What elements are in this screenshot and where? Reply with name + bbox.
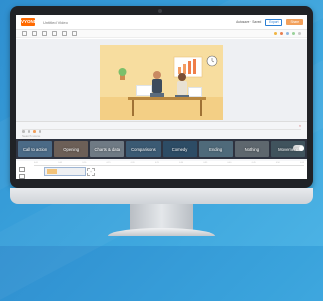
prop-icon[interactable] xyxy=(280,32,283,35)
timeline-tick: 0:05 xyxy=(58,162,63,164)
timeline-tick: 0:40 xyxy=(227,162,232,164)
monitor-chin xyxy=(10,188,313,204)
scene-panel: Search scene × Call to action Opening Ch… xyxy=(16,121,307,162)
scene-canvas[interactable] xyxy=(100,45,223,120)
office-illustration xyxy=(100,45,223,120)
audio-icon[interactable] xyxy=(298,32,301,35)
app-header: VYOND Untitled Video Autosave · Saved Ex… xyxy=(16,15,307,30)
close-icon[interactable]: × xyxy=(299,124,301,128)
timeline-tick: 0:00 xyxy=(34,162,38,164)
timeline-clip[interactable] xyxy=(44,167,86,176)
camera-dot xyxy=(158,9,162,13)
clip-thumbnail xyxy=(47,169,57,174)
scene-card-label: Ending xyxy=(209,146,223,152)
character-icon[interactable] xyxy=(274,32,277,35)
share-button[interactable]: Share xyxy=(286,19,303,25)
scene-tools xyxy=(22,130,41,133)
video-track-icon[interactable] xyxy=(19,167,25,172)
list-view-icon[interactable] xyxy=(27,130,30,133)
timeline-tick: 0:50 xyxy=(275,162,280,164)
grid-view-icon[interactable] xyxy=(22,130,25,133)
scene-card-label: Opening xyxy=(63,146,80,152)
timeline-tick: 0:35 xyxy=(203,162,208,164)
timeline-tick: 0:15 xyxy=(106,162,111,164)
timeline-tick: 0:30 xyxy=(179,162,184,164)
scene-card[interactable]: Comedy xyxy=(162,141,197,157)
scene-card[interactable]: Nothing xyxy=(234,141,269,157)
monitor-foot xyxy=(108,228,215,236)
scene-card[interactable]: Comparisons xyxy=(126,141,161,157)
monitor: VYOND Untitled Video Autosave · Saved Ex… xyxy=(10,6,313,188)
scene-card[interactable]: Charts & data xyxy=(90,141,125,157)
scene-card-label: Call to action xyxy=(22,146,48,152)
paste-icon[interactable] xyxy=(62,31,67,36)
audio-track-icon[interactable] xyxy=(19,174,25,179)
save-status: Autosave · Saved xyxy=(236,20,262,24)
favorite-icon[interactable] xyxy=(33,130,36,133)
editor-toolbar xyxy=(16,30,307,38)
scene-card-label: Nothing xyxy=(244,146,260,152)
scene-card[interactable]: Call to action xyxy=(18,141,53,157)
chart-icon[interactable] xyxy=(286,32,289,35)
add-scene-button[interactable]: + xyxy=(87,168,95,176)
timeline: 0:00 0:05 0:10 0:15 0:20 0:25 0:30 0:35 … xyxy=(16,161,307,179)
scene-card-label: Charts & data xyxy=(94,146,121,152)
toolbar-right xyxy=(274,32,301,35)
copy-icon[interactable] xyxy=(52,31,57,36)
timeline-tick: 0:10 xyxy=(82,162,87,164)
scene-templates-strip: Call to action Opening Charts & data Com… xyxy=(16,139,307,159)
text-icon[interactable] xyxy=(292,32,295,35)
scene-search-row: Search scene × xyxy=(22,124,301,138)
scene-card[interactable]: Opening xyxy=(54,141,89,157)
app-logo[interactable]: VYOND xyxy=(21,18,37,26)
cut-icon[interactable] xyxy=(42,31,47,36)
scene-search-input[interactable]: Search scene xyxy=(22,134,40,138)
document-title[interactable]: Untitled Video xyxy=(43,20,68,25)
redo-icon[interactable] xyxy=(32,31,37,36)
track-icons xyxy=(19,167,29,179)
scene-card-label: Movement xyxy=(278,146,298,152)
timeline-ruler: 0:00 0:05 0:10 0:15 0:20 0:25 0:30 0:35 … xyxy=(34,162,304,166)
scene-card-label: Comparisons xyxy=(131,146,156,152)
delete-icon[interactable] xyxy=(72,31,77,36)
export-button[interactable]: Export xyxy=(265,18,283,26)
timeline-tick: 0:45 xyxy=(251,162,256,164)
filter-icon[interactable] xyxy=(38,130,41,133)
scene-card-label: Comedy xyxy=(171,146,188,152)
header-actions: Autosave · Saved Export Share xyxy=(236,18,303,26)
monitor-stand xyxy=(130,204,193,230)
timeline-tick: 0:55 xyxy=(300,162,304,164)
undo-icon[interactable] xyxy=(22,31,27,36)
timeline-tick: 0:20 xyxy=(130,162,135,164)
timeline-tick: 0:25 xyxy=(154,162,159,164)
scene-card[interactable]: Ending xyxy=(198,141,233,157)
canvas-area xyxy=(16,39,307,121)
screen: VYOND Untitled Video Autosave · Saved Ex… xyxy=(16,15,307,179)
